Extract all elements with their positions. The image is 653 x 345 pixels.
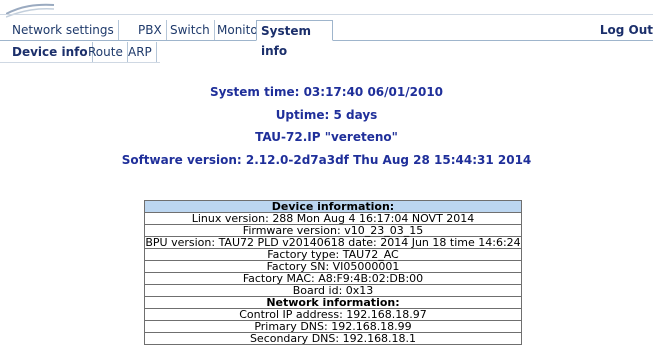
tab-network-settings[interactable]: Network settings <box>8 20 119 40</box>
logo-swoosh-icon <box>6 3 55 18</box>
table-row-linux-version: Linux version: 288 Mon Aug 4 16:17:04 NO… <box>144 212 522 225</box>
network-info-header: Network information: <box>144 296 522 309</box>
subnav-underline <box>0 62 160 63</box>
device-name: TAU-72.IP "vereteno" <box>255 130 398 144</box>
header-banner <box>0 0 653 18</box>
device-info-table: Device information: Linux version: 288 M… <box>144 200 522 345</box>
table-row-board-id: Board id: 0x13 <box>144 284 522 297</box>
table-row-factory-sn: Factory SN: VI05000001 <box>144 260 522 273</box>
tab-system-info[interactable]: System info <box>256 20 333 58</box>
tab-pbx[interactable]: PBX <box>134 20 167 40</box>
sub-nav: Device info Route ARP <box>0 42 653 63</box>
tab-switch[interactable]: Switch <box>166 20 215 40</box>
logout-link[interactable]: Log Out <box>600 20 653 40</box>
software-version: Software version: 2.12.0-2d7a3df Thu Aug… <box>121 153 532 167</box>
table-row-factory-mac: Factory MAC: A8:F9:4B:02:DB:00 <box>144 272 522 285</box>
tab-arp[interactable]: ARP <box>124 42 157 62</box>
table-row-secondary-dns: Secondary DNS: 192.168.18.1 <box>144 332 522 345</box>
table-row-factory-type: Factory type: TAU72_AC <box>144 248 522 261</box>
system-time: System time: 03:17:40 06/01/2010 <box>209 85 444 99</box>
device-info-header: Device information: <box>144 200 522 213</box>
tab-route[interactable]: Route <box>84 42 128 62</box>
table-row-control-ip: Control IP address: 192.168.18.97 <box>144 308 522 321</box>
header-divider <box>0 14 653 15</box>
main-nav: Network settings PBX Switch Monitoring S… <box>0 20 653 58</box>
uptime: Uptime: 5 days <box>275 108 378 122</box>
tab-device-info[interactable]: Device info <box>8 42 93 62</box>
table-row-bpu-version: BPU version: TAU72 PLD v20140618 date: 2… <box>144 236 522 249</box>
table-row-firmware-version: Firmware version: v10_23_03_15 <box>144 224 522 237</box>
